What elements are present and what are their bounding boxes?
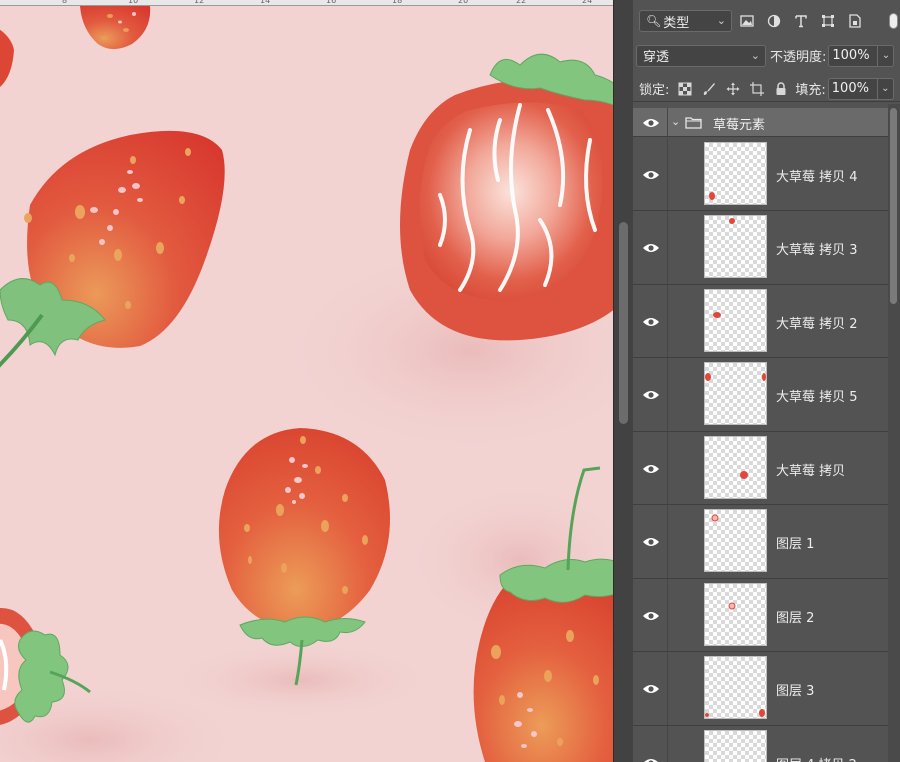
layer-thumbnail [704,509,767,572]
fill-label: 填充: [795,83,826,98]
layer-row[interactable]: 大草莓 拷贝 5 [633,358,888,432]
layer-name: 大草莓 拷贝 2 [776,317,858,332]
visibility-eye-icon[interactable] [641,756,661,762]
image-filter-icon[interactable] [738,12,756,30]
visibility-eye-icon[interactable] [641,241,661,255]
chevron-down-icon[interactable]: ⌄ [671,115,680,128]
visibility-separator [667,358,668,431]
opacity-input[interactable]: 100% [828,44,879,67]
filter-toggle-switch[interactable] [889,13,898,29]
lock-fill-row: 锁定: 填充: 100% ⌄ [633,76,900,102]
layer-thumbnail [704,142,767,205]
visibility-separator [667,505,668,578]
filter-type-dropdown[interactable]: 🔍︎ 类型 ⌄ [639,10,732,32]
layer-thumbnail [704,215,767,278]
visibility-eye-icon[interactable] [641,682,661,696]
layer-name: 图层 3 [776,684,815,699]
layer-name: 大草莓 拷贝 5 [776,390,858,405]
fill-chevron-down-icon[interactable]: ⌄ [877,77,894,100]
layer-thumbnail [704,730,767,762]
blend-opacity-row: 穿透 ⌄ 不透明度: 100% ⌄ [633,43,900,68]
lock-position-icon[interactable] [725,81,741,97]
adjustment-filter-icon[interactable] [765,12,783,30]
lock-transparent-pixels-icon[interactable] [677,81,693,97]
visibility-separator [667,652,668,725]
blend-mode-value: 穿透 [643,50,670,65]
opacity-label: 不透明度: [770,50,827,65]
layer-thumbnail [704,656,767,719]
type-filter-icon[interactable] [792,12,810,30]
visibility-eye-icon[interactable] [641,535,661,549]
ruler-number: 10 [128,0,139,5]
layer-thumbnail [704,289,767,352]
chevron-down-icon: ⌄ [750,48,760,62]
visibility-separator [667,579,668,651]
ruler-number: 20 [458,0,469,5]
search-icon: 🔍︎ [646,14,662,28]
strawberry-artwork [0,6,613,762]
layer-thumbnail [704,362,767,425]
opacity-chevron-down-icon[interactable]: ⌄ [878,44,895,67]
ruler-number: 18 [392,0,403,5]
layer-name: 图层 4 拷贝 2 [776,754,857,762]
layer-row[interactable]: 图层 3 [633,652,888,726]
ruler-number: 12 [194,0,205,5]
lock-label: 锁定: [639,83,670,98]
canvas-scroll-thumb[interactable] [619,222,628,424]
layer-thumbnail [704,436,767,499]
fill-input[interactable]: 100% [827,77,878,100]
visibility-eye-icon[interactable] [641,116,661,130]
photoshop-workspace: 8 10 12 14 16 18 20 22 24 🔍︎ 类型 ⌄ 穿透 ⌄ 不… [0,0,900,762]
layer-row[interactable]: 图层 1 [633,505,888,579]
layer-name: 图层 2 [776,611,815,626]
lock-all-icon[interactable] [773,81,789,97]
visibility-separator [667,108,668,136]
visibility-separator [667,285,668,357]
ruler-number: 8 [62,0,68,5]
layer-row[interactable]: 图层 2 [633,579,888,652]
canvas-vertical-scrollbar[interactable] [613,0,633,762]
layer-row[interactable]: 大草莓 拷贝 2 [633,285,888,358]
filter-type-label: 类型 [663,15,690,31]
lock-artboard-icon[interactable] [749,81,765,97]
layer-name: 图层 1 [776,537,815,552]
layer-name: 大草莓 拷贝 3 [776,243,858,258]
visibility-separator [667,726,668,762]
layer-row[interactable]: 大草莓 拷贝 [633,432,888,505]
folder-icon [685,116,702,129]
group-name: 草莓元素 [713,118,766,133]
layer-name: 大草莓 拷贝 [776,464,846,479]
layer-list: ⌄ 草莓元素 大草莓 拷贝 4 大草莓 拷贝 3 大草莓 拷贝 2 大草莓 拷贝… [633,104,888,762]
horizontal-ruler[interactable]: 8 10 12 14 16 18 20 22 24 [0,0,613,6]
layer-group-row[interactable]: ⌄ 草莓元素 [633,108,888,137]
document-canvas[interactable]: 8 10 12 14 16 18 20 22 24 [0,0,613,762]
visibility-eye-icon[interactable] [641,315,661,329]
layer-name: 大草莓 拷贝 4 [776,170,858,185]
lock-image-pixels-icon[interactable] [701,81,717,97]
visibility-separator [667,138,668,210]
visibility-eye-icon[interactable] [641,168,661,182]
visibility-separator [667,211,668,284]
layer-filter-row: 🔍︎ 类型 ⌄ [633,9,900,33]
ruler-number: 24 [582,0,593,5]
smart-object-filter-icon[interactable] [846,12,864,30]
blend-mode-dropdown[interactable]: 穿透 ⌄ [636,44,766,67]
visibility-eye-icon[interactable] [641,388,661,402]
layer-thumbnail [704,583,767,646]
shape-filter-icon[interactable] [819,12,837,30]
layer-row[interactable]: 大草莓 拷贝 4 [633,138,888,211]
chevron-down-icon: ⌄ [716,14,726,27]
layers-panel: 🔍︎ 类型 ⌄ 穿透 ⌄ 不透明度: 100% ⌄ 锁定: 填充: 100% ⌄… [633,0,900,762]
visibility-eye-icon[interactable] [641,462,661,476]
ruler-number: 22 [516,0,527,5]
ruler-number: 16 [326,0,337,5]
layers-scroll-thumb[interactable] [890,108,897,304]
ruler-number: 14 [260,0,271,5]
visibility-eye-icon[interactable] [641,609,661,623]
visibility-separator [667,432,668,504]
layers-vertical-scrollbar[interactable] [888,104,900,762]
layer-row[interactable]: 大草莓 拷贝 3 [633,211,888,285]
layer-row[interactable]: 图层 4 拷贝 2 [633,726,888,762]
